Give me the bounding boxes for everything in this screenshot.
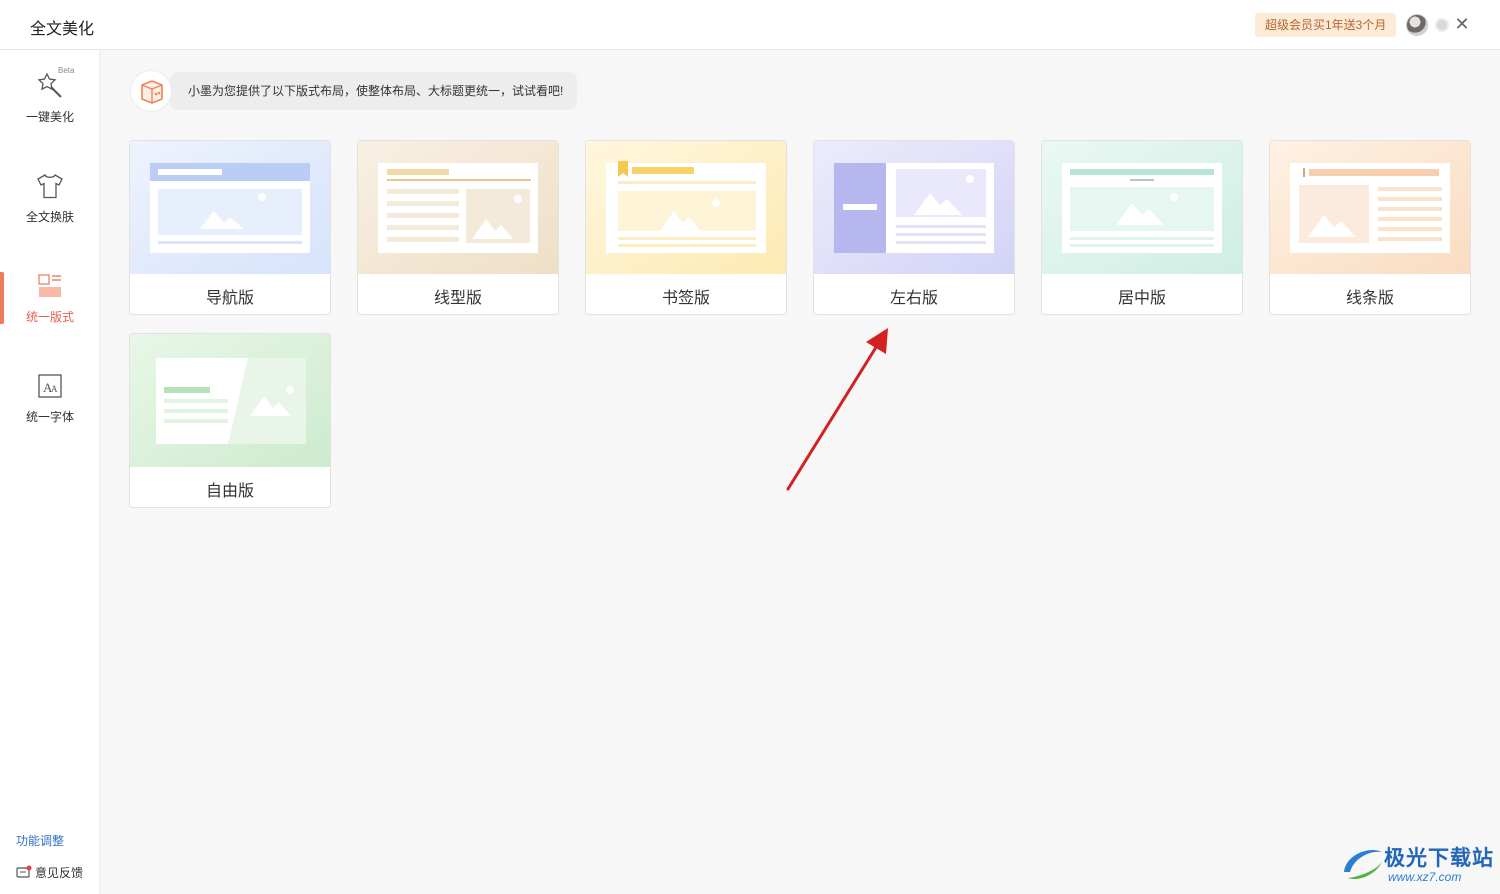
watermark-text: 极光下载站 bbox=[1384, 847, 1494, 870]
watermark-logo-icon bbox=[1344, 850, 1382, 880]
watermark: 极光下载站 www.xz7.com bbox=[1340, 842, 1496, 888]
watermark-url: www.xz7.com bbox=[1388, 870, 1462, 884]
annotation-arrow bbox=[786, 328, 888, 491]
